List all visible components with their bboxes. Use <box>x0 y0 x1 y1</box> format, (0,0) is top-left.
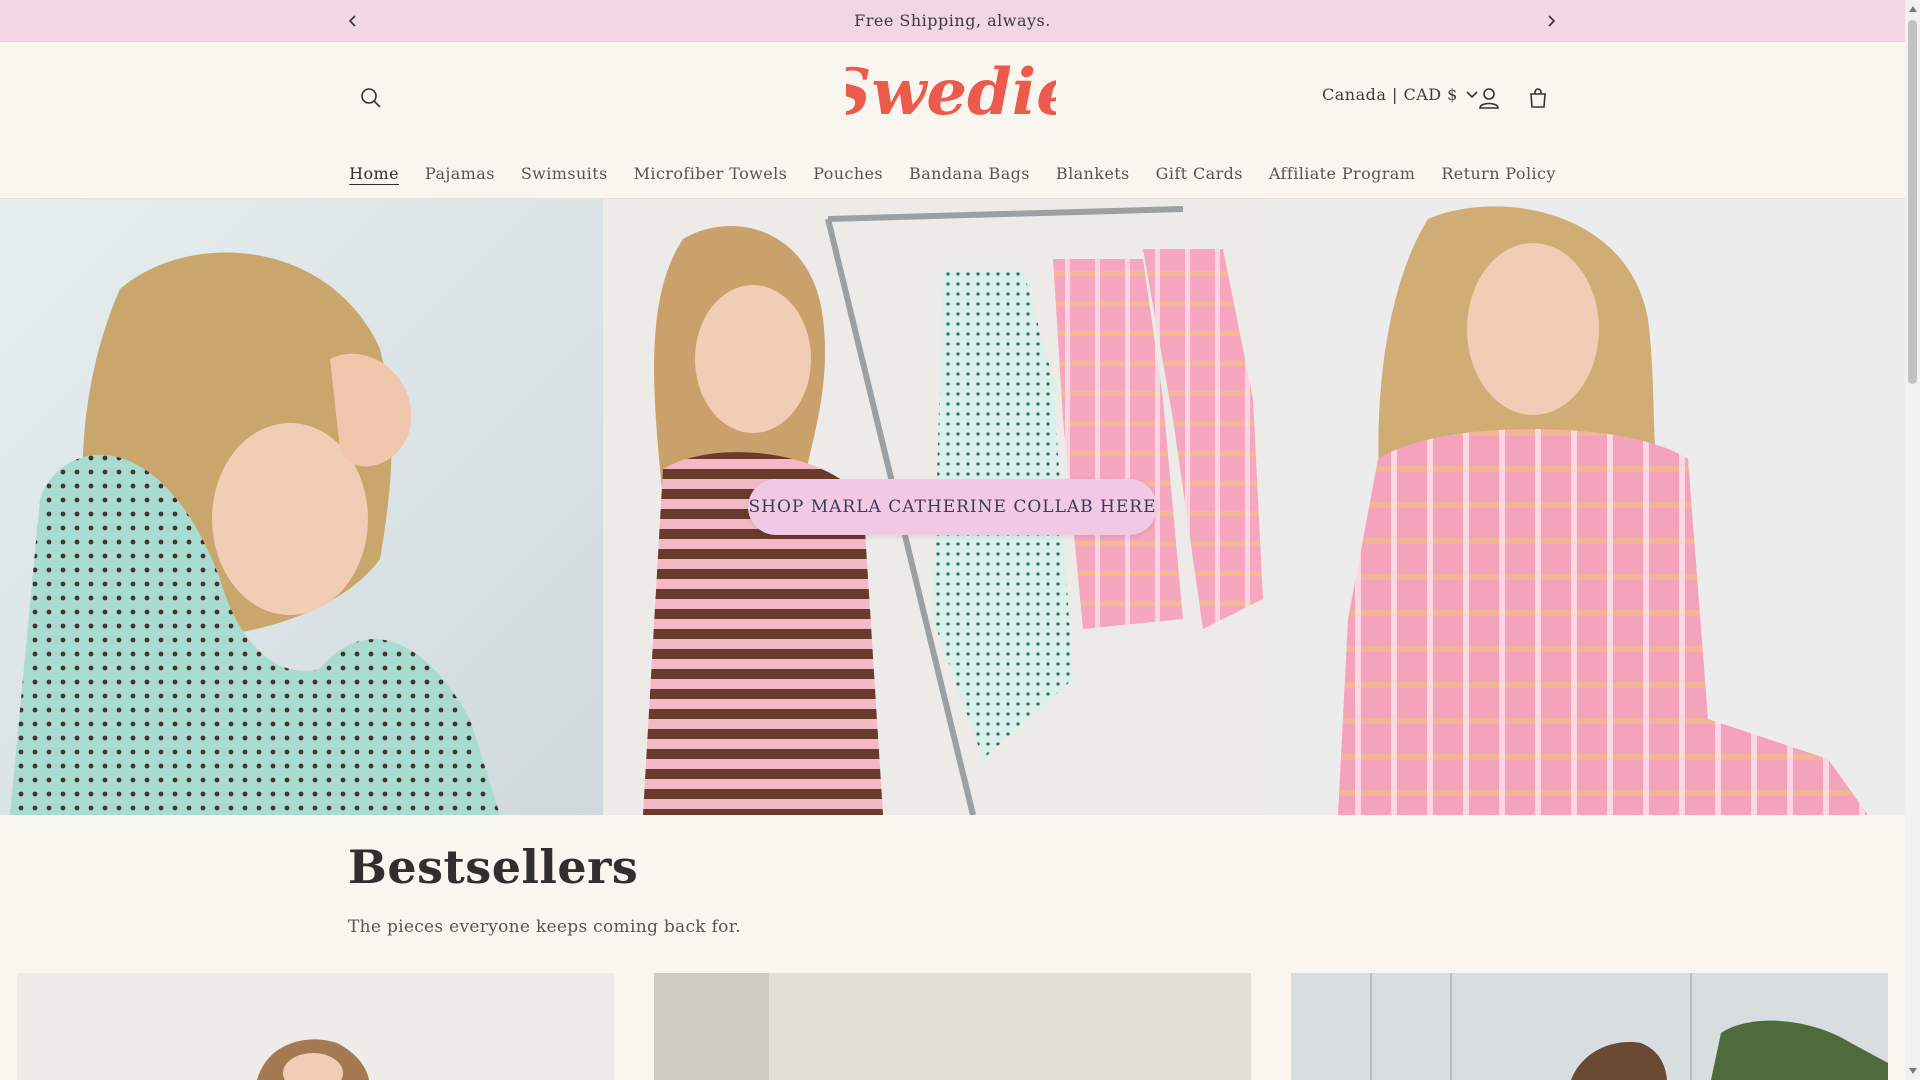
logo-text: Swedie <box>846 55 1056 130</box>
hero-cta-button[interactable]: SHOP MARLA CATHERINE COLLAB HERE <box>748 479 1157 535</box>
scrollbar-thumb[interactable] <box>1908 20 1917 384</box>
nav-item-blankets[interactable]: Blankets <box>1056 164 1130 183</box>
announcement-message: Free Shipping, always. <box>854 11 1051 30</box>
user-icon <box>1479 88 1499 109</box>
account-button[interactable] <box>1469 78 1509 118</box>
site-header: Swedie Canada | CAD $ Home Pajamas Swims… <box>0 42 1905 199</box>
product-card[interactable] <box>1291 973 1888 1080</box>
product-card[interactable] <box>654 973 1251 1080</box>
nav-item-return-policy[interactable]: Return Policy <box>1441 164 1555 183</box>
nav-item-home[interactable]: Home <box>349 164 399 183</box>
page-scrollbar[interactable] <box>1905 0 1920 1080</box>
bestsellers-title: Bestsellers <box>348 840 639 894</box>
nav-item-pouches[interactable]: Pouches <box>813 164 883 183</box>
nav-item-swimsuits[interactable]: Swimsuits <box>521 164 608 183</box>
chevron-right-icon <box>1548 15 1556 27</box>
nav-item-microfiber-towels[interactable]: Microfiber Towels <box>634 164 788 183</box>
cart-button[interactable] <box>1518 78 1558 118</box>
scroll-up-icon[interactable] <box>1908 4 1917 14</box>
announcement-next-button[interactable] <box>1538 8 1564 34</box>
product-image <box>1291 973 1888 1080</box>
nav-item-pajamas[interactable]: Pajamas <box>425 164 495 183</box>
scroll-down-icon[interactable] <box>1908 1066 1917 1076</box>
main-nav: Home Pajamas Swimsuits Microfiber Towels… <box>0 164 1905 183</box>
product-image <box>654 973 1251 1080</box>
announcement-bar: Free Shipping, always. <box>0 0 1905 42</box>
product-image <box>17 973 614 1080</box>
bestsellers-subtitle: The pieces everyone keeps coming back fo… <box>348 917 741 937</box>
nav-item-affiliate-program[interactable]: Affiliate Program <box>1269 164 1415 183</box>
search-icon <box>361 88 381 108</box>
hero-image-left <box>0 199 603 815</box>
cart-icon <box>1530 88 1546 108</box>
nav-item-gift-cards[interactable]: Gift Cards <box>1156 164 1243 183</box>
currency-selector[interactable]: Canada | CAD $ <box>1322 85 1478 104</box>
site-logo[interactable]: Swedie <box>825 52 1077 132</box>
product-card[interactable] <box>17 973 614 1080</box>
nav-item-bandana-bags[interactable]: Bandana Bags <box>909 164 1030 183</box>
hero-image-right <box>1268 199 1905 815</box>
hero-banner[interactable]: SHOP MARLA CATHERINE COLLAB HERE <box>0 199 1905 815</box>
search-button[interactable] <box>351 78 391 118</box>
currency-label: Canada | CAD $ <box>1322 85 1458 104</box>
